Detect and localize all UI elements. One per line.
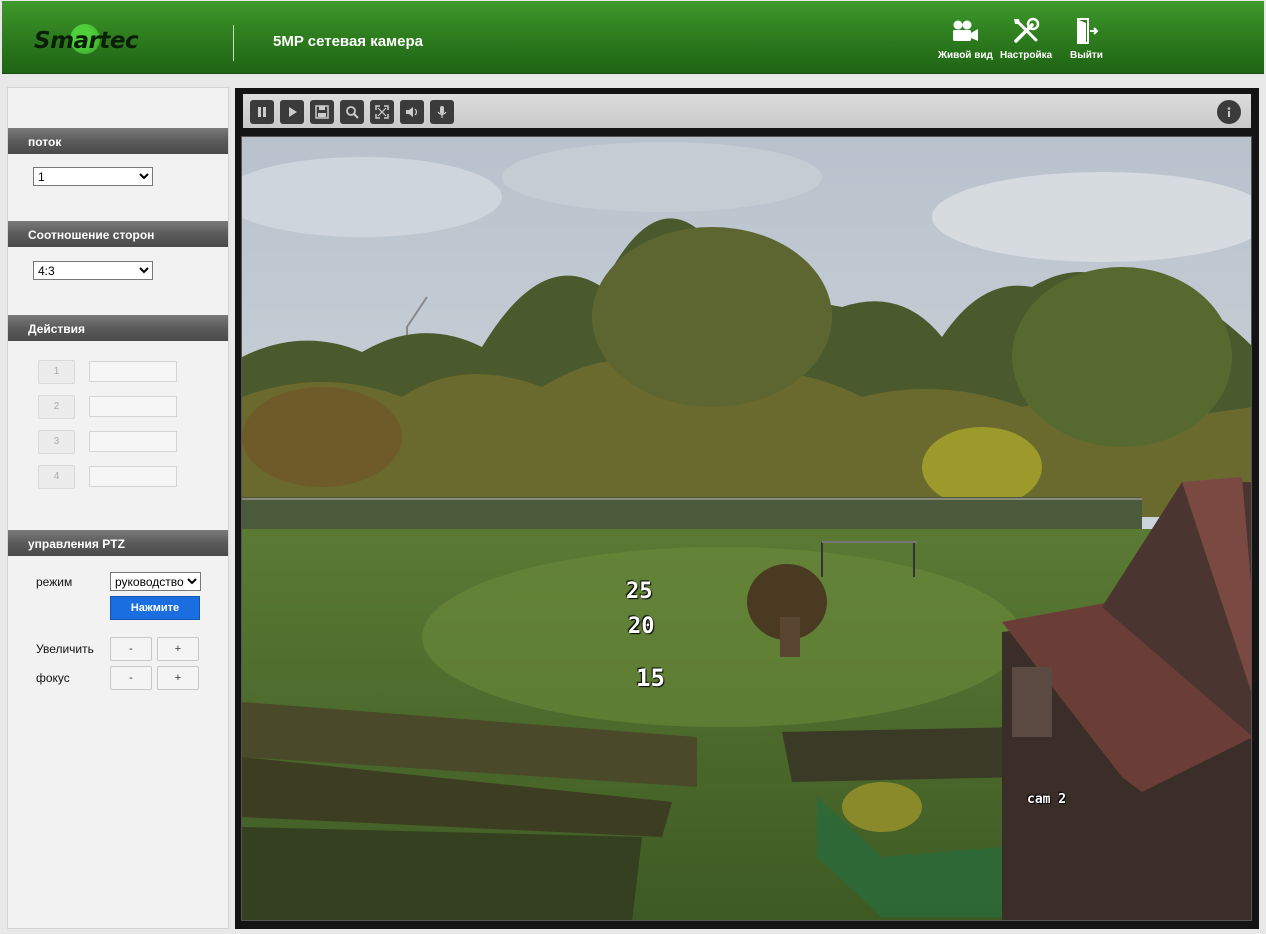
preset-input-2[interactable] [89, 396, 177, 417]
aspect-ratio-select[interactable]: 4:3 [33, 261, 153, 280]
video-stream[interactable]: 25 20 15 cam 2 [241, 136, 1252, 921]
video-toolbar [243, 94, 1251, 128]
preset-button-3[interactable]: 3 [38, 430, 75, 454]
left-sidebar: поток 1 Соотношение сторон 4:3 Действия … [7, 87, 229, 929]
stream-select[interactable]: 1 [33, 167, 153, 186]
tools-icon [1000, 15, 1052, 47]
osd-number-15: 15 [636, 664, 665, 692]
stream-heading: поток [8, 128, 228, 154]
focus-label: фокус [36, 671, 70, 685]
logout-label: Выйти [1070, 50, 1103, 61]
mode-label: режим [36, 575, 73, 589]
video-camera-icon [938, 15, 993, 47]
ptz-mode-select[interactable]: руководство [110, 572, 201, 591]
preset-input-4[interactable] [89, 466, 177, 487]
preset-button-2[interactable]: 2 [38, 395, 75, 419]
focus-minus-button[interactable]: - [110, 666, 152, 690]
play-icon[interactable] [280, 100, 304, 124]
zoom-icon[interactable] [340, 100, 364, 124]
live-view-label: Живой вид [938, 50, 993, 61]
focus-plus-button[interactable]: + [157, 666, 199, 690]
settings-button[interactable]: Настройка [1000, 15, 1052, 61]
exit-door-icon [1070, 15, 1103, 47]
preset-input-1[interactable] [89, 361, 177, 382]
page-title: 5MP сетевая камера [273, 33, 423, 50]
camera-web-ui: Smartec 5MP сетевая камера Живой вид Нас… [0, 0, 1266, 934]
ptz-go-button[interactable]: Нажмите [110, 596, 200, 620]
top-header: Smartec 5MP сетевая камера Живой вид Нас… [2, 1, 1264, 74]
audio-icon[interactable] [400, 100, 424, 124]
info-icon[interactable] [1217, 100, 1241, 124]
header-divider [233, 25, 234, 61]
fullscreen-icon[interactable] [370, 100, 394, 124]
camera-name-overlay: cam 2 [1027, 792, 1067, 807]
preset-button-1[interactable]: 1 [38, 360, 75, 384]
preset-input-3[interactable] [89, 431, 177, 452]
zoom-in-button[interactable]: + [157, 637, 199, 661]
settings-label: Настройка [1000, 50, 1053, 61]
ptz-heading: управления PTZ [8, 530, 228, 556]
camera-image [242, 137, 1251, 920]
logout-button[interactable]: Выйти [1070, 15, 1103, 61]
osd-number-25: 25 [626, 579, 653, 604]
actions-heading: Действия [8, 315, 228, 341]
smartec-logo: Smartec [30, 21, 142, 59]
live-view-button[interactable]: Живой вид [938, 15, 993, 61]
zoom-out-button[interactable]: - [110, 637, 152, 661]
microphone-icon[interactable] [430, 100, 454, 124]
osd-number-20: 20 [628, 614, 655, 639]
record-icon[interactable] [310, 100, 334, 124]
preset-button-4[interactable]: 4 [38, 465, 75, 489]
zoom-label: Увеличить [36, 642, 94, 656]
aspect-ratio-heading: Соотношение сторон [8, 221, 228, 247]
live-view-panel: 25 20 15 cam 2 [235, 88, 1259, 929]
pause-icon[interactable] [250, 100, 274, 124]
